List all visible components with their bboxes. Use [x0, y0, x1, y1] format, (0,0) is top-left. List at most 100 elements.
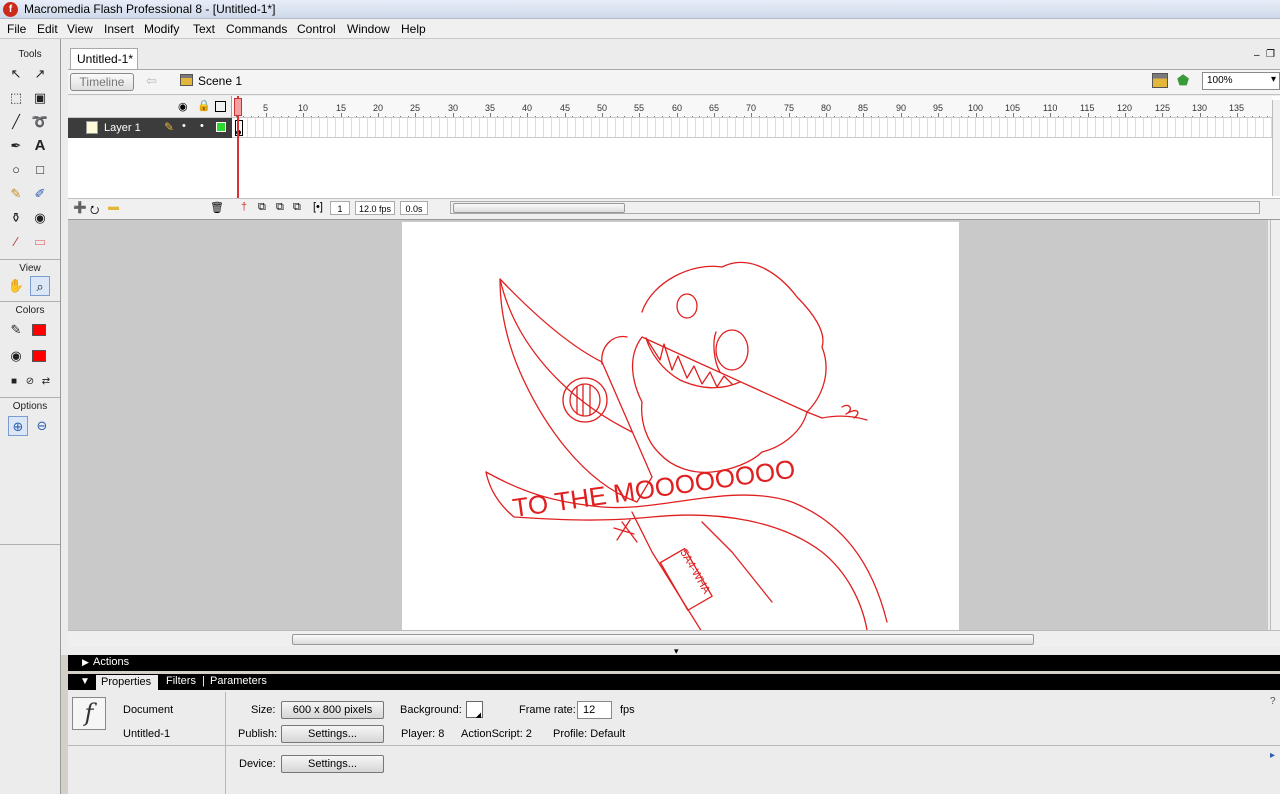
menu-file[interactable]: File — [7, 22, 26, 36]
menu-modify[interactable]: Modify — [144, 22, 179, 36]
menu-help[interactable]: Help — [401, 22, 426, 36]
fill-color-swatch[interactable] — [32, 350, 46, 362]
zoom-tool-icon[interactable]: ⌕ — [30, 276, 50, 296]
lasso-tool-icon[interactable]: ➰ — [30, 112, 50, 132]
framerate-input[interactable]: 12 — [577, 701, 612, 719]
scene-label[interactable]: Scene 1 — [198, 74, 242, 88]
free-transform-tool-icon[interactable]: ⬚ — [6, 88, 26, 108]
menu-commands[interactable]: Commands — [226, 22, 287, 36]
actions-panel-bar[interactable]: ▶ Actions — [68, 655, 1280, 671]
stage-vscroll[interactable] — [1270, 220, 1280, 630]
menu-control[interactable]: Control — [297, 22, 336, 36]
restore-doc-icon[interactable]: ❐ — [1266, 49, 1275, 60]
timeline-scrollbar[interactable] — [450, 201, 1260, 214]
insert-layer-icon[interactable]: ➕ — [73, 201, 87, 214]
zoom-in-icon[interactable]: ⊕ — [8, 416, 28, 436]
ruler-label: 135 — [1229, 103, 1245, 113]
ruler-label: 55 — [634, 103, 645, 113]
eraser-tool-icon[interactable]: ▭ — [30, 232, 50, 252]
stage-hscroll[interactable] — [68, 630, 1280, 647]
layer-color-icon[interactable] — [216, 122, 226, 132]
property-doc-name: Untitled-1 — [123, 728, 171, 740]
playhead-handle[interactable] — [234, 98, 242, 116]
lock-icon[interactable]: 🔒 — [197, 99, 211, 112]
menu-window[interactable]: Window — [347, 22, 390, 36]
line-tool-icon[interactable]: ╱ — [6, 112, 26, 132]
ruler-label: 45 — [560, 103, 571, 113]
selection-tool-icon[interactable]: ↖ — [6, 64, 26, 84]
device-settings-button[interactable]: Settings... — [281, 755, 384, 773]
ruler-label: 20 — [373, 103, 384, 113]
eye-icon[interactable]: ◉ — [178, 100, 188, 113]
visible-dot-icon[interactable]: • — [182, 120, 186, 132]
tab-parameters[interactable]: Parameters — [210, 675, 267, 687]
eyedropper-tool-icon[interactable]: ∕ — [6, 232, 26, 252]
delete-layer-icon[interactable]: 🗑 — [210, 201, 224, 214]
frame-ruler[interactable]: 5 10 15 20 25 30 35 40 45 50 55 60 65 70 75 80 85 90 95 100… — [232, 96, 1272, 118]
outline-icon[interactable] — [215, 101, 226, 112]
chevron-down-icon: ▾ — [1270, 74, 1276, 85]
porthole-inner — [569, 383, 601, 417]
minimize-doc-icon[interactable]: – — [1254, 50, 1260, 61]
swap-colors-icon[interactable]: ⇄ — [36, 372, 56, 392]
edit-scene-icon[interactable] — [1152, 73, 1168, 88]
background-color-swatch[interactable]: ◢ — [466, 701, 483, 719]
help-icon[interactable]: ? — [1270, 696, 1276, 707]
ruler-label: 85 — [858, 103, 869, 113]
tab-filters[interactable]: Filters — [166, 675, 196, 687]
panel-splitter[interactable]: ▾ — [68, 646, 1280, 656]
pen-tool-icon[interactable]: ✒ — [6, 136, 26, 156]
add-motion-guide-icon[interactable]: ⭮ — [90, 201, 99, 220]
onion-outlines-icon[interactable]: ⧉ — [276, 201, 284, 214]
document-tab[interactable]: Untitled-1* — [70, 48, 138, 69]
menu-text[interactable]: Text — [193, 22, 215, 36]
edit-symbols-icon[interactable]: ⬟ — [1177, 72, 1189, 89]
paint-bucket-tool-icon[interactable]: ◉ — [30, 208, 50, 228]
zoom-out-icon[interactable]: ⊖ — [32, 416, 52, 436]
brush-tool-icon[interactable]: ✐ — [30, 184, 50, 204]
pencil-tool-icon[interactable]: ✎ — [6, 184, 26, 204]
publish-settings-button[interactable]: Settings... — [281, 725, 384, 743]
colors-header: Colors — [15, 305, 45, 316]
text-tool-icon[interactable]: A — [30, 136, 50, 156]
ruler-label: 30 — [448, 103, 459, 113]
center-frame-icon[interactable]: † — [241, 201, 247, 213]
oval-tool-icon[interactable]: ○ — [6, 160, 26, 180]
modify-onion-markers-icon[interactable]: [•] — [313, 201, 323, 213]
rocket-hatch-mark — [613, 519, 638, 543]
menu-edit[interactable]: Edit — [37, 22, 58, 36]
back-arrow-icon[interactable]: ⇦ — [146, 73, 157, 89]
stage-hscroll-thumb[interactable] — [292, 634, 1034, 645]
player-version: Player: 8 — [401, 728, 445, 740]
ruler-label: 80 — [821, 103, 832, 113]
frame-cells[interactable] — [232, 118, 1272, 138]
info-icon[interactable]: ▸ — [1270, 750, 1275, 761]
properties-body — [68, 690, 1280, 794]
hand-tool-icon[interactable]: ✋ — [6, 276, 26, 296]
lock-dot-icon[interactable]: • — [200, 120, 204, 132]
rectangle-tool-icon[interactable]: □ — [30, 160, 50, 180]
menu-view[interactable]: View — [67, 22, 93, 36]
timeline-vscroll[interactable] — [1272, 100, 1280, 196]
tab-properties[interactable]: Properties — [96, 675, 158, 690]
porthole-bars — [576, 384, 591, 417]
ruler-label: 15 — [336, 103, 347, 113]
fill-transform-tool-icon[interactable]: ▣ — [30, 88, 50, 108]
timeline-scroll-thumb[interactable] — [453, 203, 625, 213]
ruler-label: 130 — [1192, 103, 1208, 113]
menu-insert[interactable]: Insert — [104, 22, 134, 36]
collapse-properties-icon[interactable]: ▼ — [80, 676, 90, 687]
insert-folder-icon[interactable]: ▬ — [108, 201, 119, 213]
expand-arrow-icon[interactable]: ▶ — [82, 655, 89, 670]
size-button[interactable]: 600 x 800 pixels — [281, 701, 384, 719]
stroke-color-swatch[interactable] — [32, 324, 46, 336]
subselection-tool-icon[interactable]: ↗ — [30, 64, 50, 84]
ink-bottle-tool-icon[interactable]: ⚱ — [6, 208, 26, 228]
timeline-toggle-button[interactable]: Timeline — [70, 73, 134, 91]
stage-canvas[interactable]: TO THE MOOOOOOOO 5A4-WHA — [402, 222, 959, 630]
onion-skin-icon[interactable]: ⧉ — [258, 201, 266, 214]
flash-app-icon: f — [3, 2, 18, 17]
edit-multiple-frames-icon[interactable]: ⧉ — [293, 201, 301, 214]
background-label: Background: — [400, 704, 462, 716]
zoom-select[interactable]: 100% ▾ — [1202, 72, 1280, 90]
